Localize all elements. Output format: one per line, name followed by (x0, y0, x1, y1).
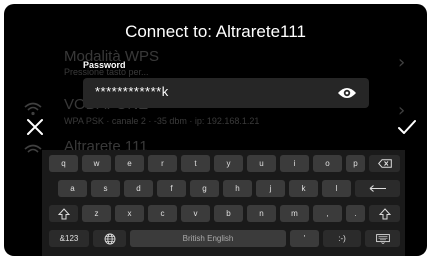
key-b[interactable]: b (214, 205, 243, 222)
key-j[interactable]: j (256, 180, 285, 197)
key-w[interactable]: w (82, 155, 111, 172)
screen: Modalità WPS Pressione tasto per... VODA… (4, 4, 427, 256)
key-comma[interactable]: , (313, 205, 342, 222)
shift-icon (378, 207, 391, 219)
key-z[interactable]: z (82, 205, 111, 222)
shift-key[interactable] (49, 205, 78, 222)
language-key[interactable] (93, 230, 126, 247)
apostrophe-key[interactable]: ' (290, 230, 319, 247)
key-i[interactable]: i (280, 155, 309, 172)
key-u[interactable]: u (247, 155, 276, 172)
password-field[interactable]: ************k (83, 78, 369, 108)
backspace-icon (377, 159, 392, 168)
key-x[interactable]: x (115, 205, 144, 222)
shift-icon (57, 207, 70, 219)
checkmark-icon[interactable] (397, 119, 417, 135)
numbers-key[interactable]: &123 (49, 230, 89, 247)
key-c[interactable]: c (148, 205, 177, 222)
key-o[interactable]: o (313, 155, 342, 172)
enter-key[interactable] (355, 180, 400, 197)
bg-network-detail: WPA PSK · canale 2 · -35 dbm · ip: 192.1… (64, 116, 260, 126)
key-p[interactable]: p (346, 155, 365, 172)
key-n[interactable]: n (247, 205, 276, 222)
key-d[interactable]: d (124, 180, 153, 197)
wifi-icon (24, 102, 42, 116)
key-s[interactable]: s (91, 180, 120, 197)
chevron-right-icon: › (398, 52, 406, 73)
shift-key-right[interactable] (369, 205, 400, 222)
chevron-right-icon: › (398, 100, 406, 121)
enter-icon (369, 185, 386, 192)
key-m[interactable]: m (280, 205, 309, 222)
key-a[interactable]: a (58, 180, 87, 197)
key-period[interactable]: . (346, 205, 365, 222)
key-y[interactable]: y (214, 155, 243, 172)
key-e[interactable]: e (115, 155, 144, 172)
keyboard-icon (375, 233, 390, 244)
on-screen-keyboard: q w e r t y u i o p a s d f g h j k l z … (42, 150, 405, 256)
key-f[interactable]: f (157, 180, 186, 197)
globe-icon (104, 233, 115, 244)
dialog-title: Connect to: Altrarete111 (125, 22, 306, 41)
key-t[interactable]: t (181, 155, 210, 172)
key-q[interactable]: q (49, 155, 78, 172)
wifi-icon (24, 144, 42, 153)
password-label: Password (83, 60, 126, 70)
key-v[interactable]: v (181, 205, 210, 222)
hide-keyboard-key[interactable] (365, 230, 400, 247)
key-g[interactable]: g (190, 180, 219, 197)
key-l[interactable]: l (322, 180, 351, 197)
emoji-key[interactable]: :-) (323, 230, 361, 247)
eye-icon[interactable] (337, 86, 357, 100)
space-key[interactable]: British English (130, 230, 286, 247)
key-r[interactable]: r (148, 155, 177, 172)
key-k[interactable]: k (289, 180, 318, 197)
key-h[interactable]: h (223, 180, 252, 197)
backspace-key[interactable] (369, 155, 400, 172)
password-value: ************k (95, 84, 169, 99)
close-icon[interactable] (26, 118, 44, 136)
